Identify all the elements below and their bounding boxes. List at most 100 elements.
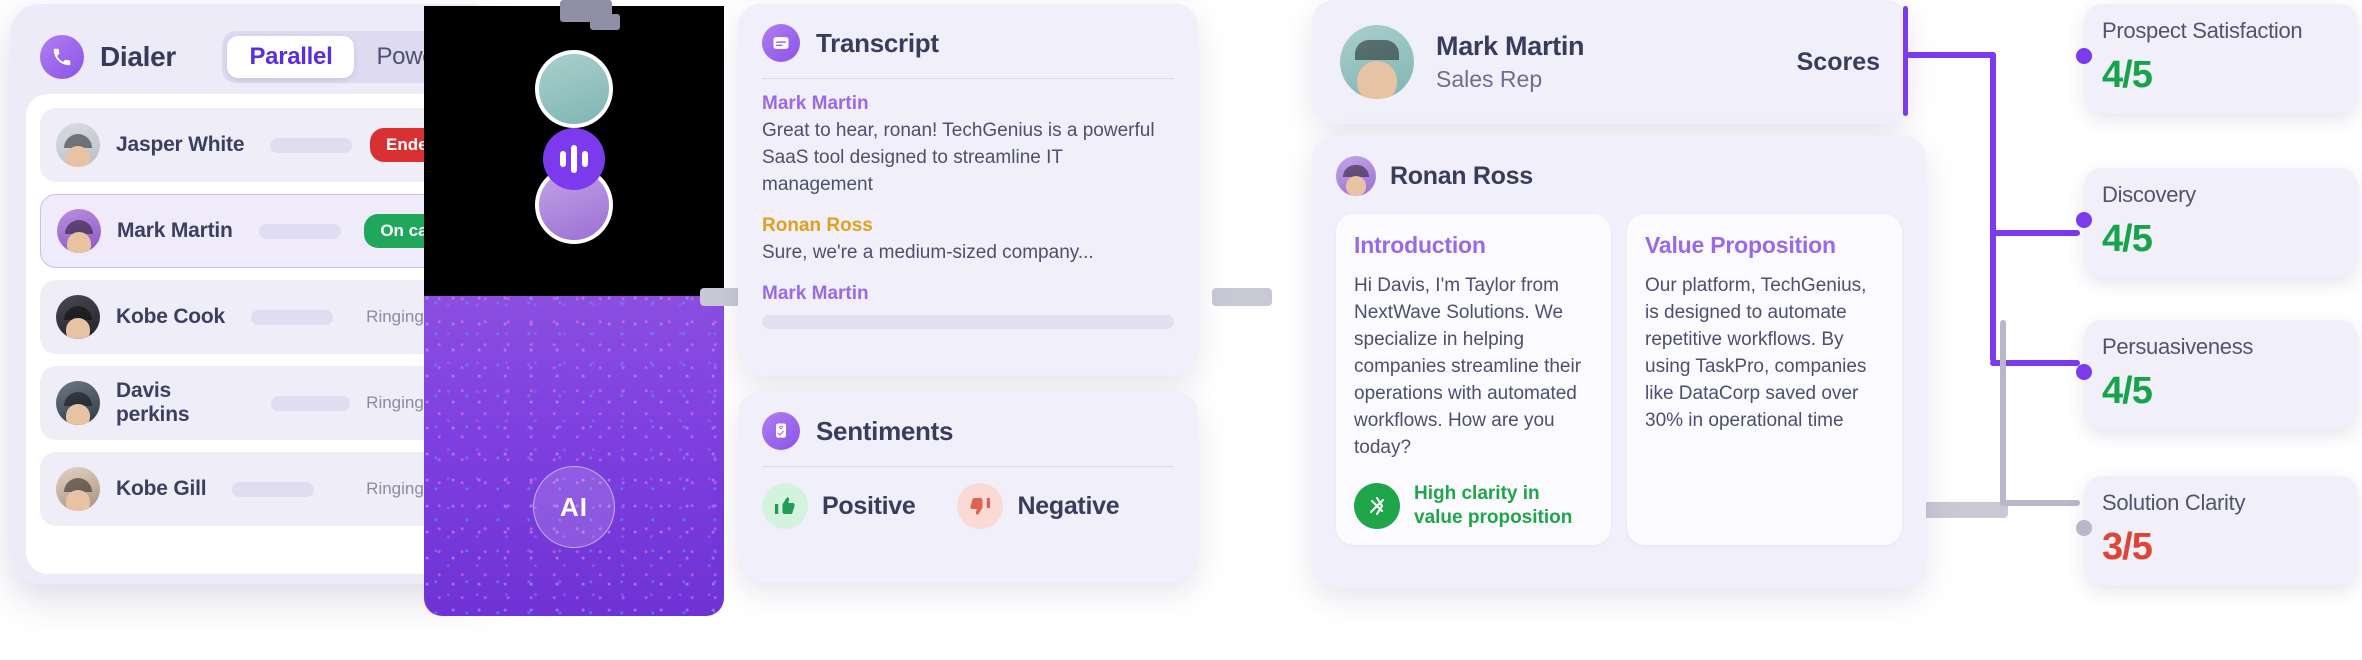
- mode-parallel[interactable]: Parallel: [227, 36, 355, 78]
- transcript-loading-placeholder: [762, 314, 1174, 329]
- card-title: Introduction: [1354, 232, 1486, 258]
- video-gradient: AI: [424, 296, 724, 616]
- score-connector-branch-1: [1906, 52, 1996, 58]
- score-name: Prospect Satisfaction: [2102, 18, 2303, 43]
- rep-meta: Mark Martin Sales Rep: [1436, 31, 1585, 93]
- sentiment-options: Positive Negative: [762, 483, 1174, 529]
- analysis-header: Ronan Ross: [1336, 156, 1902, 196]
- analysis-panel: Ronan Ross Introduction Hi Davis, I'm Ta…: [1312, 136, 1926, 588]
- score-connector-trunk: [1990, 52, 1996, 362]
- transcript-title: Transcript: [816, 27, 939, 58]
- transcript-entry: Mark Martin: [762, 283, 1174, 329]
- score-connector-dot: [2076, 48, 2092, 64]
- score-card-prospect-satisfaction[interactable]: Prospect Satisfaction 4/5: [2076, 4, 2358, 113]
- call-name: Davis perkins: [116, 379, 190, 426]
- divider: [762, 466, 1174, 467]
- scores-connector-line: [1903, 6, 1908, 116]
- score-value: 4/5: [2102, 54, 2153, 96]
- participant-avatar-rep: [535, 50, 613, 128]
- call-row[interactable]: Jasper White Ended: [40, 108, 470, 182]
- ai-badge: AI: [533, 466, 615, 548]
- transcript-speaker: Mark Martin: [762, 282, 869, 304]
- avatar: [56, 467, 100, 511]
- call-name: Kobe Gill: [116, 477, 207, 500]
- call-progress-placeholder: [232, 481, 315, 497]
- transcript-entry: Ronan Ross Sure, we're a medium-sized co…: [762, 215, 1174, 267]
- score-name: Solution Clarity: [2102, 490, 2246, 515]
- divider: [762, 78, 1174, 79]
- score-name: Persuasiveness: [2102, 334, 2254, 359]
- transcript-speaker: Mark Martin: [762, 93, 869, 114]
- app-root: Dialer Parallel Power Jasper White Ended…: [0, 0, 2362, 660]
- noise-texture: [424, 296, 724, 616]
- transcript-entry: Mark Martin Great to hear, ronan! TechGe…: [762, 93, 1174, 199]
- call-row[interactable]: Davis perkins Ringing...: [40, 366, 470, 440]
- score-card-discovery[interactable]: Discovery 4/5: [2076, 168, 2358, 277]
- score-value: 4/5: [2102, 370, 2153, 412]
- card-body: Hi Davis, I'm Taylor from NextWave Solut…: [1354, 275, 1582, 458]
- call-progress-placeholder: [251, 309, 334, 325]
- scores-label: Scores: [1796, 47, 1880, 76]
- phone-icon: [40, 35, 84, 79]
- transcript-header: Transcript: [762, 24, 1174, 78]
- card-title: Value Proposition: [1645, 232, 1836, 258]
- score-connector-dot: [2076, 520, 2092, 536]
- call-list: Jasper White Ended Mark Martin On call K…: [26, 94, 484, 574]
- avatar: [56, 381, 100, 425]
- transcript-speaker: Ronan Ross: [762, 214, 873, 236]
- video-call-panel: AI: [424, 6, 724, 616]
- score-connector-branch-2: [1990, 230, 2080, 236]
- connector-stub-top-2: [590, 14, 620, 30]
- sentiment-negative[interactable]: Negative: [957, 483, 1120, 529]
- rep-header-card: Mark Martin Sales Rep Scores: [1312, 0, 1908, 124]
- dialer-title: Dialer: [100, 41, 177, 72]
- call-progress-placeholder: [270, 137, 353, 153]
- score-card-solution-clarity[interactable]: Solution Clarity 3/5: [2076, 476, 2358, 585]
- score-value: 4/5: [2102, 218, 2153, 260]
- rep-role: Sales Rep: [1436, 66, 1543, 92]
- analysis-cards: Introduction Hi Davis, I'm Taylor from N…: [1336, 214, 1902, 546]
- sentiment-positive[interactable]: Positive: [762, 483, 916, 529]
- dialer-header: Dialer Parallel Power: [26, 20, 484, 94]
- call-row[interactable]: Kobe Cook Ringing...: [40, 280, 470, 354]
- transcript-text: Sure, we're a medium-sized company...: [762, 241, 1094, 263]
- avatar: [56, 123, 100, 167]
- score-connector-dot: [2076, 212, 2092, 228]
- call-name: Kobe Cook: [116, 305, 226, 328]
- thumbs-up-icon: [762, 483, 808, 529]
- call-row[interactable]: Kobe Gill Ringing...: [40, 452, 470, 526]
- connector-transcript-analysis: [1212, 288, 1272, 306]
- call-name: Mark Martin: [117, 219, 233, 242]
- call-progress-placeholder: [271, 395, 351, 411]
- clarity-check-icon: [1354, 482, 1400, 529]
- score-card-persuasiveness[interactable]: Persuasiveness 4/5: [2076, 320, 2358, 429]
- avatar: [1340, 25, 1414, 99]
- clarity-text: High clarity in value proposition: [1414, 482, 1573, 528]
- sentiments-panel: Sentiments Positive Negative: [738, 392, 1198, 582]
- sentiments-title: Sentiments: [816, 415, 954, 446]
- analysis-card-value-proposition: Value Proposition Our platform, TechGeni…: [1627, 214, 1902, 546]
- score-connector-branch-4: [2000, 500, 2080, 506]
- score-value: 3/5: [2102, 526, 2153, 568]
- sentiments-header: Sentiments: [762, 412, 1174, 466]
- score-connector-vert-4: [2000, 320, 2006, 506]
- analysis-card-introduction: Introduction Hi Davis, I'm Taylor from N…: [1336, 214, 1611, 546]
- call-progress-placeholder: [258, 223, 341, 239]
- card-body: Our platform, TechGenius, is designed to…: [1645, 275, 1867, 431]
- call-name: Jasper White: [116, 133, 245, 156]
- avatar: [56, 295, 100, 339]
- waveform-icon[interactable]: [543, 128, 605, 190]
- transcript-text: Great to hear, ronan! TechGenius is a po…: [762, 120, 1155, 195]
- rep-name: Mark Martin: [1436, 31, 1585, 61]
- transcript-panel: Transcript Mark Martin Great to hear, ro…: [738, 4, 1198, 376]
- sentiment-negative-label: Negative: [1017, 491, 1120, 520]
- avatar: [57, 209, 101, 253]
- score-connector-dot: [2076, 364, 2092, 380]
- sentiment-positive-label: Positive: [822, 491, 916, 520]
- prospect-name: Ronan Ross: [1390, 161, 1533, 190]
- transcript-icon: [762, 24, 800, 62]
- score-name: Discovery: [2102, 182, 2196, 207]
- sentiments-icon: [762, 412, 800, 450]
- avatar: [1336, 156, 1376, 196]
- call-row[interactable]: Mark Martin On call: [40, 194, 470, 268]
